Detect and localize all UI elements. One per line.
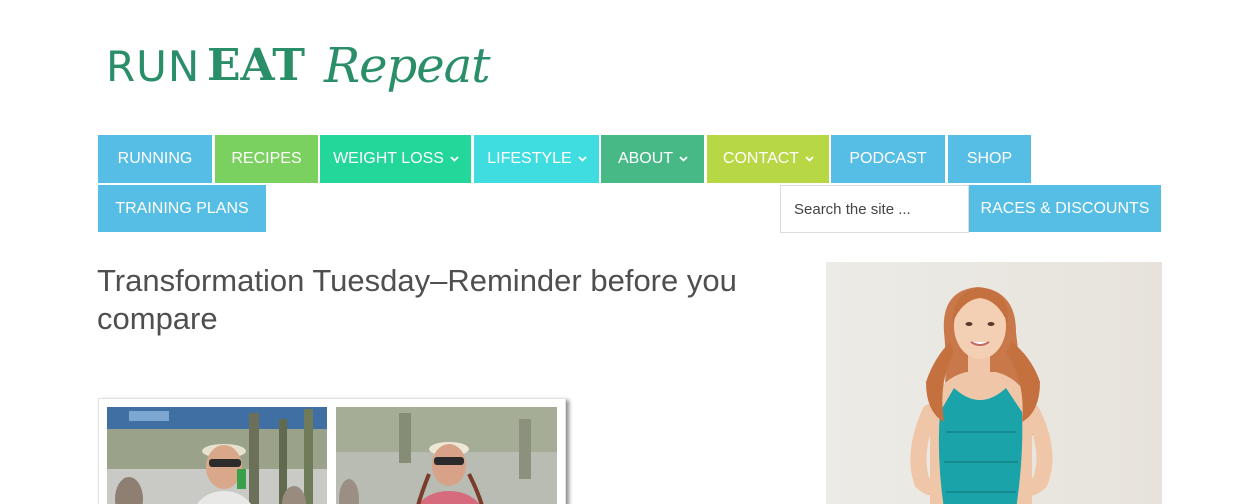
nav-item-recipes[interactable]: RECIPES [215, 135, 318, 183]
nav-item-contact[interactable]: CONTACT [707, 135, 829, 183]
logo-run: RUN [106, 42, 201, 91]
chevron-down-icon [679, 155, 688, 163]
chevron-down-icon [450, 155, 459, 163]
nav-item-label: RECIPES [231, 150, 302, 167]
post-image[interactable] [98, 398, 566, 504]
nav-item-about[interactable]: ABOUT [601, 135, 704, 183]
logo-eat: EAT [207, 40, 306, 91]
logo-repeat: Repeat [324, 38, 491, 94]
nav-item-lifestyle[interactable]: LIFESTYLE [474, 135, 599, 183]
chevron-down-icon [805, 155, 814, 163]
post-title[interactable]: Transformation Tuesday–Reminder before y… [97, 262, 777, 338]
nav-item-label: LIFESTYLE [487, 150, 572, 167]
nav-item-label: TRAINING PLANS [115, 199, 249, 217]
sidebar-author-photo[interactable] [826, 262, 1162, 504]
runner-comparison-photo-icon [107, 407, 557, 504]
nav-item-running[interactable]: RUNNING [98, 135, 212, 183]
site-logo[interactable]: RUN EAT Repeat [106, 38, 491, 110]
nav-item-podcast[interactable]: PODCAST [831, 135, 945, 183]
nav-item-label: RACES & DISCOUNTS [980, 199, 1150, 217]
nav-item-label: PODCAST [849, 150, 927, 167]
nav-item-label: ABOUT [617, 150, 674, 167]
nav-item-weight-loss[interactable]: WEIGHT LOSS [320, 135, 471, 183]
chevron-down-icon [578, 155, 587, 163]
search-input[interactable] [781, 186, 968, 232]
author-portrait-photo-icon [826, 262, 1162, 504]
search-box[interactable] [780, 185, 969, 233]
races-discounts-button[interactable]: RACES & DISCOUNTS [969, 185, 1161, 232]
nav-item-training-plans[interactable]: TRAINING PLANS [98, 185, 266, 232]
nav-item-label: RUNNING [117, 150, 193, 167]
nav-item-shop[interactable]: SHOP [948, 135, 1031, 183]
nav-item-label: CONTACT [722, 150, 800, 167]
nav-item-label: SHOP [966, 150, 1013, 167]
nav-item-label: WEIGHT LOSS [333, 150, 444, 167]
